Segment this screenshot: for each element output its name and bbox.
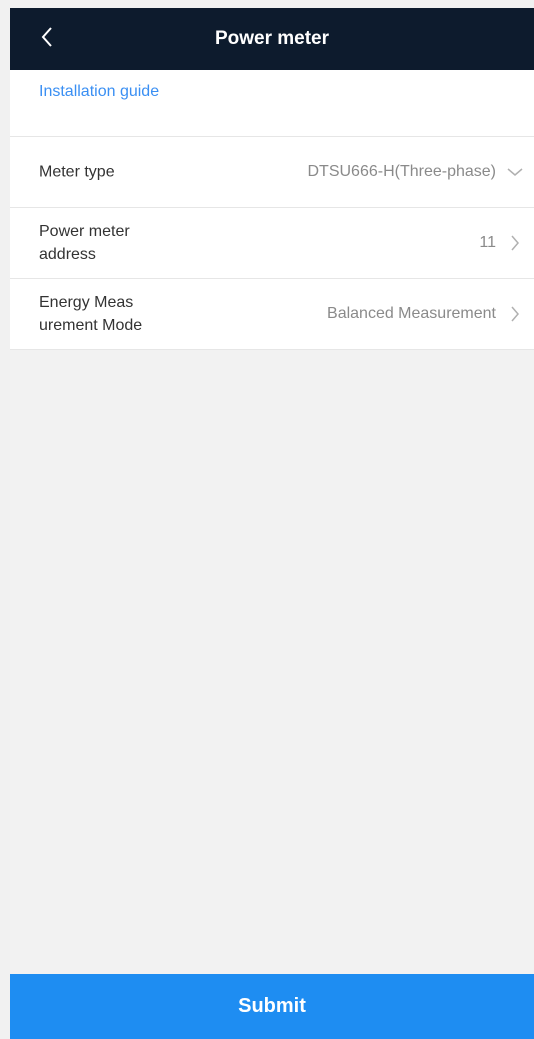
chevron-down-icon (506, 163, 524, 181)
energy-measurement-mode-value: Balanced Measurement (327, 305, 496, 322)
chevron-left-icon (40, 26, 54, 53)
energy-measurement-mode-label: Energy Meas urement Mode (39, 294, 143, 334)
chevron-right-icon (506, 305, 524, 323)
power-meter-address-value: 11 (479, 234, 496, 251)
power-meter-address-row[interactable]: Power meter address 11 (10, 208, 534, 279)
chevron-right-icon (506, 234, 524, 252)
installation-guide-row: Installation guide (10, 70, 534, 137)
back-button[interactable] (32, 24, 62, 54)
energy-measurement-mode-row[interactable]: Energy Meas urement Mode Balanced Measur… (10, 279, 534, 350)
meter-type-value: DTSU666-H(Three-phase) (307, 163, 496, 180)
page-title: Power meter (214, 28, 330, 49)
installation-guide-link[interactable]: Installation guide (39, 80, 169, 103)
power-meter-address-label: Power meter address (39, 223, 130, 263)
meter-type-row[interactable]: Meter type DTSU666-H(Three-phase) (10, 137, 534, 208)
submit-button[interactable]: Submit (10, 974, 534, 1039)
settings-list: Installation guide Meter type DTSU666-H(… (10, 70, 534, 350)
meter-type-label: Meter type (39, 163, 115, 181)
top-bar: Power meter (10, 8, 534, 70)
app-screen: Power meter Installation guide Meter typ… (10, 8, 534, 1039)
